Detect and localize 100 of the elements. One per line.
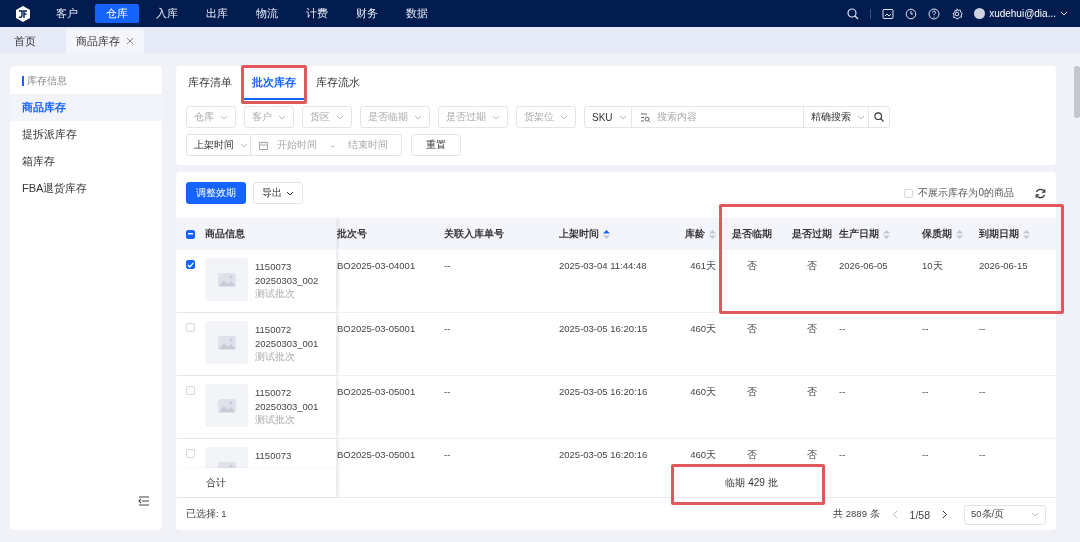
column-header: 商品信息 <box>205 227 245 241</box>
sidebar-item[interactable]: 商品库存 <box>10 94 162 121</box>
clock-icon[interactable] <box>905 7 918 20</box>
table-cell: BO2025-03-05001 <box>337 449 416 460</box>
chevron-down-icon <box>336 114 344 120</box>
batch-tag: 测试批次 <box>255 350 319 364</box>
sidebar-item[interactable]: 提拆派库存 <box>10 121 162 148</box>
table-cell: -- <box>922 386 929 397</box>
table-cell: 否 <box>806 323 817 334</box>
inventory-tab[interactable]: 库存清单 <box>186 66 242 100</box>
table-cell: -- <box>839 386 846 397</box>
nav-menu-item[interactable]: 计费 <box>295 4 339 23</box>
page-indicator: 1/58 <box>909 508 930 521</box>
settings-icon[interactable] <box>951 7 964 20</box>
logo-icon[interactable] <box>14 4 32 23</box>
page-tab[interactable]: 商品库存 <box>66 29 144 53</box>
product-sku: 1150073 <box>255 449 292 463</box>
calendar-icon <box>259 140 268 150</box>
adjust-expiry-button[interactable]: 调整效期 <box>186 182 246 204</box>
summary-label: 合计 <box>206 475 226 490</box>
sidebar-item[interactable]: 箱库存 <box>10 148 162 175</box>
table-cell: -- <box>444 323 451 334</box>
table-cell: 460天 <box>690 323 716 334</box>
nav-menu-item[interactable]: 出库 <box>195 4 239 23</box>
table-cell: 否 <box>806 449 817 460</box>
column-header: 是否临期 <box>731 227 772 241</box>
nav-menu-item[interactable]: 入库 <box>145 4 189 23</box>
batch-tag: 测试批次 <box>255 413 319 427</box>
nav-menu-item[interactable]: 物流 <box>245 4 289 23</box>
page-tab[interactable]: 首页 <box>4 29 46 53</box>
nav-menu-item[interactable]: 客户 <box>45 4 89 23</box>
sort-icon[interactable] <box>603 229 610 239</box>
table-cell: 否 <box>806 386 817 397</box>
search-button[interactable] <box>868 106 890 128</box>
search-icon <box>874 112 884 122</box>
table-cell: BO2025-03-05001 <box>337 386 416 397</box>
product-sku: 1150073 <box>255 260 293 274</box>
table-cell: -- <box>979 449 986 460</box>
export-button[interactable]: 导出 <box>253 182 303 204</box>
table-cell: -- <box>444 386 451 397</box>
check-icon <box>187 261 194 268</box>
table-cell: 461天 <box>690 260 716 271</box>
batch-code: 20250303_001 <box>255 336 319 350</box>
summary-value: 临期 429 批 <box>725 476 778 488</box>
table-cell: -- <box>979 323 986 334</box>
search-field-select[interactable]: SKU <box>584 106 632 128</box>
search-icon[interactable] <box>847 7 860 20</box>
reset-button[interactable]: 重置 <box>411 134 461 156</box>
sidebar-item[interactable]: FBA退货库存 <box>10 175 162 202</box>
image-icon <box>217 335 236 350</box>
chevron-down-icon <box>286 190 294 196</box>
table-cell: -- <box>979 386 986 397</box>
nav-menu-item[interactable]: 数据 <box>395 4 439 23</box>
chevron-down-icon <box>220 114 228 120</box>
table-cell: 否 <box>746 449 757 460</box>
column-header: 库龄 <box>685 227 705 241</box>
chevron-down-icon <box>560 114 568 120</box>
collapse-icon[interactable] <box>138 496 150 506</box>
column-header: 到期日期 <box>979 227 1019 241</box>
table-cell: 否 <box>806 260 817 271</box>
column-header: 批次号 <box>337 227 367 241</box>
scrollbar-thumb[interactable] <box>1074 66 1080 118</box>
table-cell: -- <box>444 260 451 271</box>
table-cell: BO2025-03-05001 <box>337 323 416 334</box>
table-cell: BO2025-03-04001 <box>337 260 416 271</box>
product-sku: 1150072 <box>255 323 293 337</box>
chevron-down-icon <box>618 114 627 120</box>
product-sku: 1150072 <box>255 386 293 400</box>
checkbox[interactable] <box>186 260 195 269</box>
table-cell: 460天 <box>690 449 716 460</box>
inventory-tab[interactable]: 批次库存 <box>242 66 306 100</box>
chevron-down-icon <box>414 114 422 120</box>
user-name[interactable]: xudehui@dia... <box>989 8 1056 19</box>
column-header: 生产日期 <box>839 227 879 241</box>
minus-icon <box>188 233 193 235</box>
batch-tag: 测试批次 <box>255 287 319 301</box>
checkbox[interactable] <box>186 229 195 239</box>
column-header: 是否过期 <box>791 227 832 241</box>
refresh-icon[interactable] <box>1035 187 1046 199</box>
nav-menu-item[interactable]: 财务 <box>345 4 389 23</box>
table-cell: 否 <box>746 386 757 397</box>
chevron-down-icon <box>240 142 248 148</box>
nav-menu-item[interactable]: 仓库 <box>95 4 139 23</box>
close-icon[interactable] <box>126 37 134 45</box>
image-icon[interactable] <box>882 7 895 20</box>
selected-count: 已选择: 1 <box>186 508 227 521</box>
help-icon[interactable] <box>928 7 941 20</box>
chevron-right-icon[interactable] <box>942 510 948 519</box>
column-header: 关联入库单号 <box>444 227 504 241</box>
date-field-select[interactable]: 上架时间 <box>186 134 251 156</box>
column-header: 保质期 <box>922 227 952 241</box>
table-cell: 否 <box>746 260 757 271</box>
page-size-select[interactable]: 50条/页 <box>964 504 1046 525</box>
table-cell: 2026-06-15 <box>979 260 1028 271</box>
table-cell: -- <box>839 323 846 334</box>
avatar[interactable] <box>974 8 986 19</box>
batch-code: 20250303_002 <box>255 273 319 287</box>
table-cell: 460天 <box>690 386 716 397</box>
table-cell: 否 <box>746 323 757 334</box>
inventory-tab[interactable]: 库存流水 <box>306 66 370 100</box>
